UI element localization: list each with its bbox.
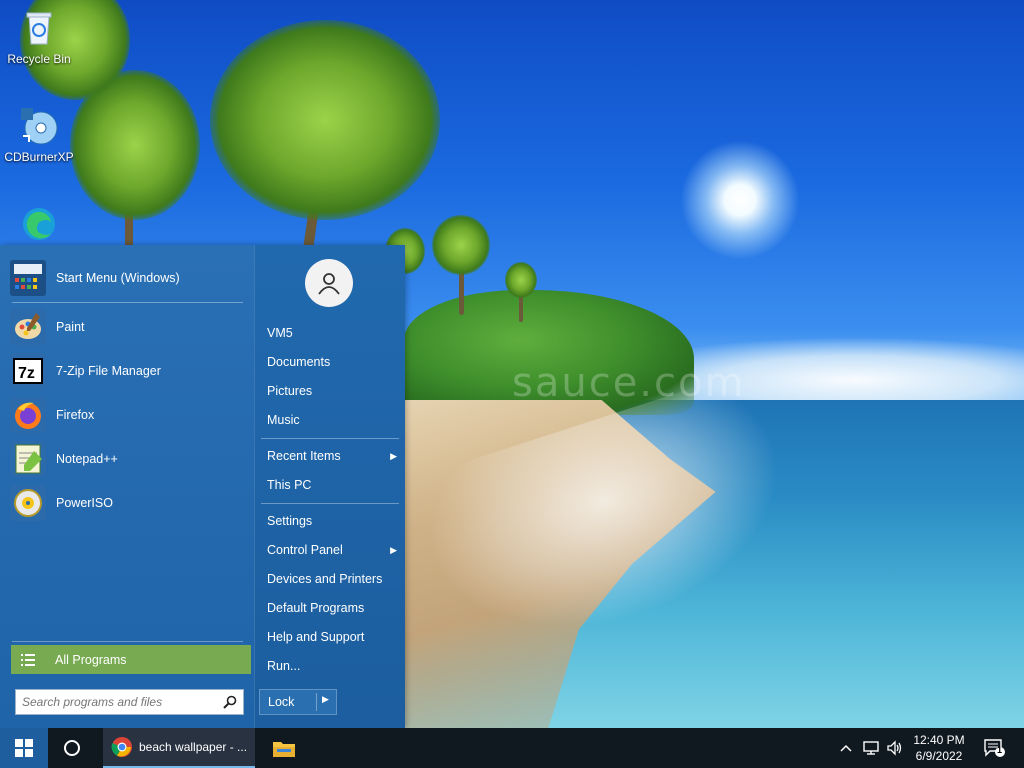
program-label: PowerISO xyxy=(56,496,113,510)
chrome-icon xyxy=(111,737,132,757)
user-avatar[interactable] xyxy=(305,259,353,307)
divider xyxy=(12,641,243,642)
watermark-text: sauce.com xyxy=(512,360,746,406)
program-notepadpp[interactable]: Notepad++ xyxy=(10,438,244,480)
cd-burner-icon xyxy=(21,108,58,145)
network-button[interactable] xyxy=(860,728,882,768)
desktop-icon-label: CDBurnerXP xyxy=(4,150,74,164)
desktop-icon-edge[interactable] xyxy=(1,204,77,248)
program-start-menu-windows[interactable]: Start Menu (Windows) xyxy=(10,257,244,299)
program-label: Start Menu (Windows) xyxy=(56,271,180,285)
divider xyxy=(316,693,317,711)
recycle-bin-icon xyxy=(26,12,52,45)
file-explorer-button[interactable] xyxy=(262,728,306,768)
menu-item-help-support[interactable]: Help and Support xyxy=(261,625,405,649)
start-menu-right-pane: VM5 Documents Pictures Music Recent Item… xyxy=(254,245,405,728)
menu-item-run[interactable]: Run... xyxy=(261,654,405,678)
notepadpp-icon xyxy=(10,441,46,477)
desktop-icon-recycle-bin[interactable]: Recycle Bin xyxy=(1,8,77,66)
clock-date: 6/9/2022 xyxy=(915,749,963,763)
program-label: 7-Zip File Manager xyxy=(56,364,161,378)
lock-label: Lock xyxy=(268,695,295,709)
cortana-circle-icon xyxy=(64,740,80,756)
all-programs-button[interactable]: All Programs xyxy=(11,645,251,674)
menu-item-default-programs[interactable]: Default Programs xyxy=(261,596,405,620)
7zip-icon: 7z xyxy=(10,353,46,389)
submenu-arrow-icon: ▶ xyxy=(390,451,397,461)
menu-item-devices-printers[interactable]: Devices and Printers xyxy=(261,567,405,591)
folder-icon xyxy=(273,742,295,757)
divider xyxy=(261,503,399,504)
chevron-up-icon xyxy=(840,744,852,752)
list-icon xyxy=(21,653,35,666)
clock[interactable]: 12:40 PM 6/9/2022 xyxy=(906,732,972,764)
menu-item-user[interactable]: VM5 xyxy=(261,321,405,345)
edge-icon xyxy=(23,208,55,240)
menu-item-settings[interactable]: Settings xyxy=(261,509,405,533)
firefox-icon xyxy=(10,397,46,433)
divider xyxy=(261,438,399,439)
taskbar: beach wallpaper - ... 12:40 PM 6/9/2022 xyxy=(0,728,1024,768)
network-icon xyxy=(863,741,879,755)
start-button[interactable] xyxy=(0,728,48,768)
program-label: Firefox xyxy=(56,408,95,422)
submenu-arrow-icon: ▶ xyxy=(390,545,397,555)
menu-item-this-pc[interactable]: This PC xyxy=(261,473,405,497)
program-firefox[interactable]: Firefox xyxy=(10,394,244,436)
program-label: Notepad++ xyxy=(56,452,118,466)
taskbar-window-title: beach wallpaper - ... xyxy=(139,740,248,754)
all-programs-label: All Programs xyxy=(55,652,127,667)
menu-item-label: Control Panel xyxy=(267,543,343,557)
menu-item-recent-items[interactable]: Recent Items ▶ xyxy=(261,444,405,468)
paint-icon xyxy=(10,309,46,345)
search-input[interactable] xyxy=(16,691,223,713)
divider xyxy=(12,302,243,303)
windows-logo-icon xyxy=(15,739,33,757)
lock-button[interactable]: Lock ▶ xyxy=(259,689,337,715)
clock-time: 12:40 PM xyxy=(913,733,965,747)
start-menu-icon xyxy=(10,260,46,296)
speaker-icon xyxy=(887,740,902,756)
program-paint[interactable]: Paint xyxy=(10,306,244,348)
power-options-arrow-icon[interactable]: ▶ xyxy=(322,694,329,705)
menu-item-pictures[interactable]: Pictures xyxy=(261,379,405,403)
menu-item-label: Recent Items xyxy=(267,449,341,463)
sun xyxy=(680,140,800,260)
action-center-button[interactable]: 1 xyxy=(980,728,1010,768)
svg-text:7z: 7z xyxy=(18,365,35,382)
menu-item-music[interactable]: Music xyxy=(261,408,405,432)
desktop-icon-cdburnerxp[interactable]: CDBurnerXP xyxy=(1,106,77,164)
show-hidden-icons-button[interactable] xyxy=(836,728,856,768)
taskbar-chrome-window[interactable]: beach wallpaper - ... xyxy=(103,728,255,768)
desktop-icon-label: Recycle Bin xyxy=(7,52,71,66)
search-icon[interactable] xyxy=(223,695,237,709)
notification-icon xyxy=(984,739,1005,757)
cortana-button[interactable] xyxy=(50,728,94,768)
program-label: Paint xyxy=(56,320,85,334)
poweriso-icon xyxy=(10,485,46,521)
program-7zip[interactable]: 7z 7-Zip File Manager xyxy=(10,350,244,392)
notification-count-badge: 1 xyxy=(997,745,1003,755)
menu-item-documents[interactable]: Documents xyxy=(261,350,405,374)
menu-item-control-panel[interactable]: Control Panel ▶ xyxy=(261,538,405,562)
start-menu[interactable]: Start Menu (Windows) Paint 7z 7-Zip File… xyxy=(0,245,405,728)
search-box[interactable] xyxy=(15,689,244,715)
program-poweriso[interactable]: PowerISO xyxy=(10,482,244,524)
start-menu-left-pane: Start Menu (Windows) Paint 7z 7-Zip File… xyxy=(0,245,254,728)
volume-button[interactable] xyxy=(884,728,906,768)
user-icon xyxy=(318,273,340,295)
